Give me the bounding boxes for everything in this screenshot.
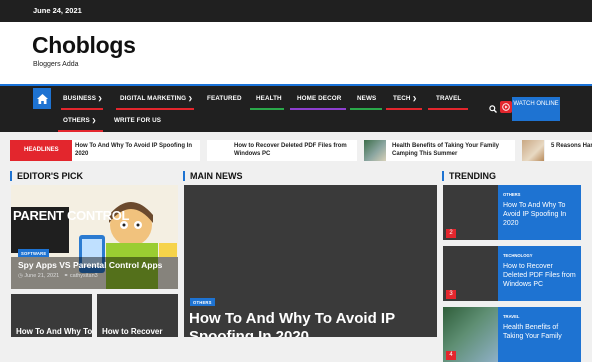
headlines-label: HEADLINES: [10, 140, 72, 161]
main-news-title: MAIN NEWS: [183, 171, 243, 181]
trending-item[interactable]: 4 TRAVEL Health Benefits of Taking Your …: [443, 307, 581, 362]
search-icon[interactable]: [489, 105, 497, 113]
ticker-thumbnail: [364, 140, 386, 161]
trending-rank: 3: [446, 290, 456, 299]
nav-underline-travel: [428, 108, 468, 110]
post-date: June 21, 2021: [24, 273, 60, 279]
category-badge[interactable]: OTHERS: [190, 298, 215, 306]
live-button[interactable]: [500, 101, 512, 113]
ticker-item[interactable]: How to Recover Deleted PDF Files from Wi…: [229, 140, 357, 161]
trending-title-text[interactable]: How To And Why To Avoid IP Spoofing In 2…: [503, 201, 578, 228]
site-logo[interactable]: Choblogs: [32, 32, 136, 59]
nav-item-tech[interactable]: TECH ❯: [393, 95, 417, 102]
current-date: June 24, 2021: [33, 6, 82, 15]
ticker-item[interactable]: How To And Why To Avoid IP Spoofing In 2…: [72, 140, 200, 161]
nav-underline-digital-marketing: [116, 108, 194, 110]
nav-item-travel[interactable]: TRAVEL: [436, 95, 461, 102]
ticker-item[interactable]: 5 Reasons Harmful: [545, 140, 592, 161]
trending-rank: 4: [446, 351, 456, 360]
nav-item-featured[interactable]: FEATURED: [207, 95, 242, 102]
nav-item-news[interactable]: NEWS: [357, 95, 376, 102]
category-badge[interactable]: SOFTWARE: [18, 249, 50, 257]
chevron-down-icon: ❯: [98, 96, 103, 102]
featured-image-text: PARENT CONTROL: [13, 208, 130, 223]
nav-item-home-decor[interactable]: HOME DECOR: [297, 95, 341, 102]
editors-pick-small-card[interactable]: How To And Why To: [11, 294, 92, 337]
nav-underline-business: [61, 108, 103, 110]
nav-item-business[interactable]: BUSINESS ❯: [63, 95, 102, 102]
trending-category[interactable]: OTHERS: [503, 192, 520, 197]
trending-item[interactable]: 3 TECHNOLOGY How to Recover Deleted PDF …: [443, 246, 581, 301]
nav-item-write-for-us[interactable]: WRITE FOR US: [114, 117, 161, 124]
featured-title[interactable]: Spy Apps VS Parental Control Apps: [18, 260, 168, 270]
post-meta: ◷ June 21, 2021 ⚭ cathysitan3: [18, 273, 98, 279]
nav-underline-health: [250, 108, 284, 110]
editors-pick-featured-card[interactable]: PARENT CONTROL SOFTWARE Spy Apps VS Pare…: [11, 185, 178, 289]
ticker-item[interactable]: Health Benefits of Taking Your Family Ca…: [386, 140, 515, 161]
clock-icon: ◷: [18, 273, 23, 279]
chevron-down-icon: ❯: [412, 96, 417, 102]
main-nav: BUSINESS ❯ DIGITAL MARKETING ❯ FEATURED HE…: [0, 84, 592, 132]
nav-underline-home-decor: [290, 108, 346, 110]
nav-item-digital-marketing[interactable]: DIGITAL MARKETING ❯: [120, 95, 192, 102]
site-tagline: Bloggers Adda: [33, 61, 79, 68]
trending-title: TRENDING: [442, 171, 496, 181]
main-news-headline[interactable]: How To And Why To Avoid IP Spoofing In 2…: [189, 310, 434, 337]
trending-rank: 2: [446, 229, 456, 238]
trending-title-text[interactable]: How to Recover Deleted PDF Files from Wi…: [503, 262, 578, 289]
site-header: Choblogs Bloggers Adda: [0, 22, 592, 84]
trending-category[interactable]: TECHNOLOGY: [503, 253, 533, 258]
post-author[interactable]: cathysitan3: [70, 273, 98, 279]
chevron-down-icon: ❯: [91, 118, 97, 124]
home-button[interactable]: [33, 88, 51, 109]
editors-pick-small-card[interactable]: How to Recover: [97, 294, 178, 337]
chevron-down-icon: ❯: [188, 96, 193, 102]
nav-underline-tech: [386, 108, 422, 110]
watch-online-button[interactable]: WATCH ONLINE: [512, 97, 560, 121]
top-bar: June 24, 2021: [0, 0, 592, 22]
trending-item[interactable]: 2 OTHERS How To And Why To Avoid IP Spoo…: [443, 185, 581, 240]
editors-pick-title: EDITOR'S PICK: [10, 171, 83, 181]
author-icon: ⚭: [63, 273, 69, 279]
trending-category[interactable]: TRAVEL: [503, 314, 519, 319]
home-icon: [36, 93, 48, 104]
headline-ticker: HEADLINES How To And Why To Avoid IP Spo…: [0, 132, 592, 168]
ticker-thumbnail: [207, 140, 229, 161]
ticker-thumbnail: [522, 140, 544, 161]
main-news-card[interactable]: OTHERS How To And Why To Avoid IP Spoofi…: [184, 185, 437, 337]
nav-item-others[interactable]: OTHERS ❯: [63, 117, 96, 124]
nav-item-health[interactable]: HEALTH: [256, 95, 282, 102]
trending-title-text[interactable]: Health Benefits of Taking Your Family: [503, 323, 578, 341]
nav-underline-news: [350, 108, 382, 110]
play-circle-icon: [502, 103, 510, 111]
